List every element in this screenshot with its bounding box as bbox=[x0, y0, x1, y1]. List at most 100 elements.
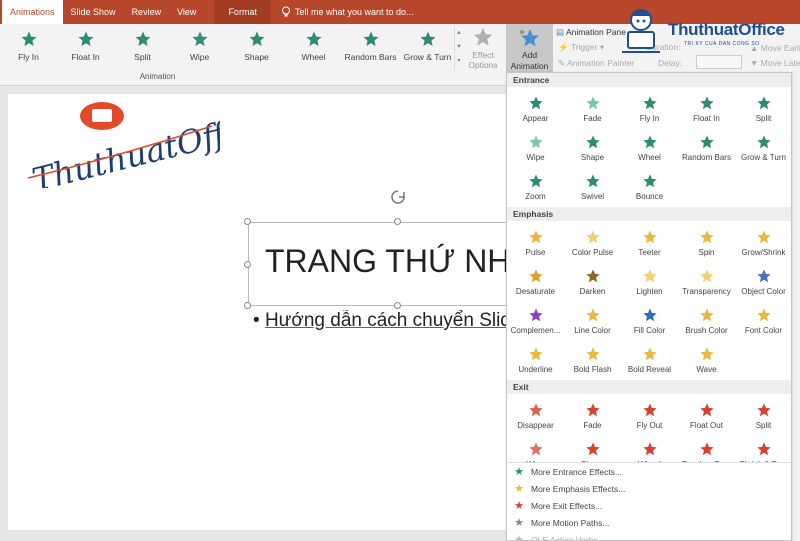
effect-item[interactable]: Complemen... bbox=[507, 302, 564, 341]
gallery-item[interactable]: Wheel bbox=[285, 24, 342, 70]
animation-star-icon bbox=[756, 269, 771, 283]
animation-star-icon bbox=[642, 96, 657, 110]
gallery-item[interactable]: Shape bbox=[228, 24, 285, 70]
effect-item[interactable]: Desaturate bbox=[507, 263, 564, 302]
gallery-scroll[interactable]: ▲ ▼ ▾ bbox=[454, 26, 463, 70]
animation-star-icon bbox=[642, 135, 657, 149]
add-animation-star-icon bbox=[518, 29, 539, 47]
effect-item[interactable]: Bounce bbox=[621, 168, 678, 207]
effect-item-label: Random Bars bbox=[682, 153, 731, 162]
effect-item[interactable]: Zoom bbox=[507, 168, 564, 207]
gallery-item[interactable]: Grow & Turn bbox=[399, 24, 456, 70]
gallery-down-icon[interactable]: ▼ bbox=[455, 40, 463, 54]
animation-star-icon bbox=[135, 31, 150, 46]
effect-item[interactable]: Grow/Shrink bbox=[735, 224, 791, 263]
effect-item[interactable]: Fade bbox=[564, 397, 621, 436]
effect-item[interactable]: Object Color bbox=[735, 263, 791, 302]
more-effects-item[interactable]: ★ More Emphasis Effects... bbox=[507, 480, 791, 497]
tell-me-text: Tell me what you want to do... bbox=[294, 7, 414, 17]
slide-bullet[interactable]: • Hướng dẫn cách chuyển Slide bbox=[253, 310, 508, 332]
effects-grid: Appear Fade Fly In Float In Split Wipe Shape Wh… bbox=[507, 87, 791, 207]
effect-item-label: Float Out bbox=[690, 421, 723, 430]
gallery-item[interactable]: Float In bbox=[57, 24, 114, 70]
gallery-item[interactable]: Wipe bbox=[171, 24, 228, 70]
resize-handle[interactable] bbox=[244, 302, 251, 309]
effect-item[interactable]: Bold Reveal bbox=[621, 341, 678, 380]
section-header: Exit bbox=[507, 380, 791, 394]
resize-handle[interactable] bbox=[394, 218, 401, 225]
more-effects-star-icon: ★ bbox=[514, 500, 524, 512]
effect-item[interactable]: Transparency bbox=[678, 263, 735, 302]
effect-item[interactable]: Lighten bbox=[621, 263, 678, 302]
more-effects-item[interactable]: ★ More Motion Paths... bbox=[507, 514, 791, 531]
effect-item[interactable]: Darken bbox=[564, 263, 621, 302]
animation-star-icon bbox=[528, 403, 543, 417]
effect-item[interactable]: Wheel bbox=[621, 129, 678, 168]
effect-item[interactable]: Brush Color bbox=[678, 302, 735, 341]
gallery-more-icon[interactable]: ▾ bbox=[455, 54, 463, 68]
effect-item-label: Font Color bbox=[744, 326, 783, 335]
effect-item-label: Fade bbox=[583, 421, 602, 430]
more-effects-item[interactable]: ★ More Entrance Effects... bbox=[507, 463, 791, 480]
animation-star-icon bbox=[699, 347, 714, 361]
more-effects-star-icon: ★ bbox=[514, 517, 524, 529]
tab-review[interactable]: Review bbox=[124, 0, 170, 24]
tab-slide-show[interactable]: Slide Show bbox=[63, 0, 124, 24]
effect-item[interactable]: Fill Color bbox=[621, 302, 678, 341]
brand-name: ThuthuatOffice bbox=[668, 20, 785, 39]
animation-star-icon bbox=[528, 442, 543, 456]
effect-item[interactable]: Fade bbox=[564, 90, 621, 129]
effect-item[interactable]: Disappear bbox=[507, 397, 564, 436]
effect-item[interactable]: Wipe bbox=[507, 129, 564, 168]
effect-item[interactable]: Shape bbox=[564, 129, 621, 168]
effect-item-label: Appear bbox=[522, 114, 549, 123]
effect-item[interactable]: Underline bbox=[507, 341, 564, 380]
tell-me-box[interactable]: Tell me what you want to do... bbox=[281, 6, 414, 18]
effect-item-label: Split bbox=[755, 421, 772, 430]
gallery-item[interactable]: Split bbox=[114, 24, 171, 70]
effect-item[interactable]: Float Out bbox=[678, 397, 735, 436]
effect-item[interactable]: Spin bbox=[678, 224, 735, 263]
resize-handle[interactable] bbox=[394, 302, 401, 309]
animation-star-icon bbox=[585, 347, 600, 361]
effect-options-button[interactable]: Effect Options bbox=[464, 26, 502, 84]
animation-star-icon bbox=[642, 403, 657, 417]
gallery-item[interactable]: Fly In bbox=[0, 24, 57, 70]
animation-star-icon bbox=[642, 230, 657, 244]
effect-item[interactable]: Font Color bbox=[735, 302, 791, 341]
effect-item[interactable]: Appear bbox=[507, 90, 564, 129]
trigger-button[interactable]: ⚡ Trigger ▾ bbox=[558, 42, 604, 53]
slide-title-placeholder[interactable]: TRANG THỨ NHẤT bbox=[248, 222, 508, 306]
tab-view[interactable]: View bbox=[169, 0, 204, 24]
effect-item[interactable]: Pulse bbox=[507, 224, 564, 263]
more-effects-item[interactable]: ★ More Exit Effects... bbox=[507, 497, 791, 514]
effect-item[interactable]: Random Bars bbox=[678, 129, 735, 168]
rotate-handle-icon[interactable] bbox=[390, 189, 406, 205]
effect-item[interactable]: Fly In bbox=[621, 90, 678, 129]
gallery-item[interactable]: Random Bars bbox=[342, 24, 399, 70]
effect-item[interactable]: Bold Flash bbox=[564, 341, 621, 380]
tab-format[interactable]: Format bbox=[214, 0, 271, 24]
effect-item[interactable]: Grow & Turn bbox=[735, 129, 791, 168]
animation-star-icon bbox=[642, 269, 657, 283]
effect-item[interactable]: Float In bbox=[678, 90, 735, 129]
effect-item[interactable]: Split bbox=[735, 90, 791, 129]
animation-star-icon bbox=[756, 442, 771, 456]
gallery-up-icon[interactable]: ▲ bbox=[455, 26, 463, 40]
effect-item-label: Wheel bbox=[638, 153, 661, 162]
effect-item-label: Transparency bbox=[682, 287, 731, 296]
effect-item[interactable]: Fly Out bbox=[621, 397, 678, 436]
vertical-scrollbar[interactable] bbox=[792, 72, 800, 541]
effect-item[interactable]: Line Color bbox=[564, 302, 621, 341]
tab-animations[interactable]: Animations bbox=[2, 0, 63, 24]
effect-item[interactable]: Swivel bbox=[564, 168, 621, 207]
resize-handle[interactable] bbox=[244, 218, 251, 225]
effect-item[interactable]: Teeter bbox=[621, 224, 678, 263]
effect-item[interactable]: Wave bbox=[678, 341, 735, 380]
effect-item[interactable]: Split bbox=[735, 397, 791, 436]
effect-item[interactable]: Color Pulse bbox=[564, 224, 621, 263]
animation-star-icon bbox=[642, 347, 657, 361]
more-effects-item: ★ OLE Action Verbs... bbox=[507, 531, 791, 540]
resize-handle[interactable] bbox=[244, 261, 251, 268]
effect-item-label: Float In bbox=[693, 114, 720, 123]
